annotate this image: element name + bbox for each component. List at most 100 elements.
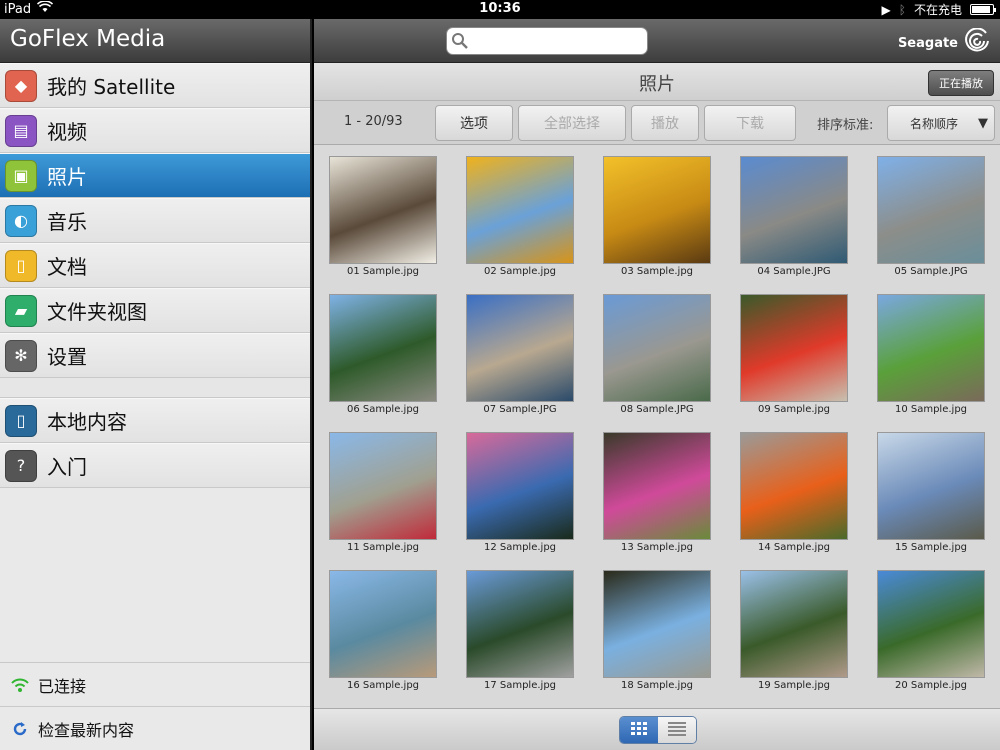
photo-item[interactable]: 15 Sample.jpg xyxy=(877,432,985,553)
photo-thumbnail[interactable] xyxy=(329,432,437,540)
photo-item[interactable]: 13 Sample.jpg xyxy=(603,432,711,553)
photo-item[interactable]: 05 Sample.JPG xyxy=(877,156,985,277)
photo-item[interactable]: 06 Sample.jpg xyxy=(329,294,437,415)
sidebar-item[interactable]: ✻ 设置 xyxy=(0,333,310,378)
photo-caption: 09 Sample.jpg xyxy=(757,404,831,415)
play-status-icon: ▶ xyxy=(881,2,891,17)
sidebar-item[interactable]: ▰ 文件夹视图 xyxy=(0,288,310,333)
photo-item[interactable]: 02 Sample.jpg xyxy=(466,156,574,277)
grid-view-button[interactable] xyxy=(620,717,658,743)
photo-item[interactable]: 08 Sample.JPG xyxy=(603,294,711,415)
check-updates-button[interactable]: 检查最新内容 xyxy=(0,706,310,750)
options-button[interactable]: 选项 xyxy=(435,105,513,141)
photo-thumbnail[interactable] xyxy=(329,156,437,264)
bluetooth-icon: ᛒ xyxy=(898,2,906,17)
photo-thumbnail[interactable] xyxy=(603,432,711,540)
photo-caption: 05 Sample.JPG xyxy=(894,266,968,277)
photo-thumbnail[interactable] xyxy=(329,294,437,402)
download-button[interactable]: 下载 xyxy=(704,105,796,141)
photo-thumbnail[interactable] xyxy=(740,432,848,540)
photo-caption: 02 Sample.jpg xyxy=(483,266,557,277)
status-bar: iPad 10:36 ▶ ᛒ 不在充电 xyxy=(0,0,1000,19)
photo-thumbnail[interactable] xyxy=(740,294,848,402)
photo-caption: 12 Sample.jpg xyxy=(483,542,557,553)
photo-thumbnail[interactable] xyxy=(603,570,711,678)
photo-item[interactable]: 11 Sample.jpg xyxy=(329,432,437,553)
photo-item[interactable]: 14 Sample.jpg xyxy=(740,432,848,553)
title-bar: 照片 正在播放 xyxy=(314,63,1000,101)
photo-thumbnail[interactable] xyxy=(466,570,574,678)
list-view-button[interactable] xyxy=(658,717,696,743)
satellite-icon: ◆ xyxy=(5,69,37,102)
battery-fill xyxy=(972,6,990,13)
gear-icon: ✻ xyxy=(5,339,37,372)
sidebar-divider xyxy=(0,378,310,398)
photo-item[interactable]: 04 Sample.JPG xyxy=(740,156,848,277)
photo-item[interactable]: 20 Sample.jpg xyxy=(877,570,985,691)
sort-select[interactable]: 名称顺序 ▼ xyxy=(887,105,995,141)
photo-item[interactable]: 19 Sample.jpg xyxy=(740,570,848,691)
app-title: GoFlex Media xyxy=(0,19,310,63)
sidebar-item[interactable]: ? 入门 xyxy=(0,443,310,488)
photo-caption: 10 Sample.jpg xyxy=(894,404,968,415)
photo-thumbnail[interactable] xyxy=(740,570,848,678)
photo-thumbnail[interactable] xyxy=(466,432,574,540)
help-icon: ? xyxy=(5,449,37,482)
photo-thumbnail[interactable] xyxy=(877,432,985,540)
search-icon xyxy=(451,32,469,54)
photo-item[interactable]: 12 Sample.jpg xyxy=(466,432,574,553)
photo-caption: 03 Sample.jpg xyxy=(620,266,694,277)
now-playing-button[interactable]: 正在播放 xyxy=(928,70,994,96)
photo-item[interactable]: 01 Sample.jpg xyxy=(329,156,437,277)
sidebar-item-label: 入门 xyxy=(47,455,87,479)
sidebar: GoFlex Media ◆ 我的 Satellite ▤ 视频 ▣ 照片 ◐ 音乐 ▯ 文档 ▰ 文… xyxy=(0,19,312,750)
sidebar-item[interactable]: ◆ 我的 Satellite xyxy=(0,63,310,108)
photo-item[interactable]: 10 Sample.jpg xyxy=(877,294,985,415)
sidebar-item[interactable]: ▯ 文档 xyxy=(0,243,310,288)
select-all-button[interactable]: 全部选择 xyxy=(518,105,626,141)
photo-thumbnail[interactable] xyxy=(329,570,437,678)
photo-thumbnail[interactable] xyxy=(603,156,711,264)
photo-thumbnail[interactable] xyxy=(877,570,985,678)
photo-item[interactable]: 09 Sample.jpg xyxy=(740,294,848,415)
toolbar: 1 - 20/93 选项 全部选择 播放 下载 排序标准: 名称顺序 ▼ xyxy=(314,101,1000,145)
play-button[interactable]: 播放 xyxy=(631,105,699,141)
photo-caption: 19 Sample.jpg xyxy=(757,680,831,691)
check-updates-label: 检查最新内容 xyxy=(38,720,135,740)
photo-caption: 06 Sample.jpg xyxy=(346,404,420,415)
photo-item[interactable]: 03 Sample.jpg xyxy=(603,156,711,277)
brand-logo: Seagate xyxy=(898,27,992,58)
charging-status: 不在充电 xyxy=(913,3,962,17)
sidebar-item-label: 照片 xyxy=(47,165,87,189)
sidebar-item-label: 视频 xyxy=(47,120,87,144)
photo-thumbnail[interactable] xyxy=(466,294,574,402)
photo-thumbnail[interactable] xyxy=(740,156,848,264)
photo-caption: 07 Sample.JPG xyxy=(483,404,557,415)
item-count: 1 - 20/93 xyxy=(344,114,403,129)
sidebar-item[interactable]: ▯ 本地内容 xyxy=(0,398,310,443)
photo-thumbnail[interactable] xyxy=(466,156,574,264)
photo-caption: 15 Sample.jpg xyxy=(894,542,968,553)
photo-item[interactable]: 17 Sample.jpg xyxy=(466,570,574,691)
photo-item[interactable]: 18 Sample.jpg xyxy=(603,570,711,691)
search-field[interactable] xyxy=(446,27,648,55)
photo-icon: ▣ xyxy=(5,159,37,192)
folder-icon: ▰ xyxy=(5,294,37,327)
sidebar-item[interactable]: ▤ 视频 xyxy=(0,108,310,153)
video-clapper-icon: ▤ xyxy=(5,114,37,147)
photo-thumbnail[interactable] xyxy=(877,294,985,402)
sidebar-item-label: 文件夹视图 xyxy=(47,300,147,324)
photo-item[interactable]: 16 Sample.jpg xyxy=(329,570,437,691)
view-toggle xyxy=(619,716,697,744)
photo-caption: 13 Sample.jpg xyxy=(620,542,694,553)
photo-thumbnail[interactable] xyxy=(877,156,985,264)
document-icon: ▯ xyxy=(5,249,37,282)
photo-thumbnail[interactable] xyxy=(603,294,711,402)
sidebar-item-label: 本地内容 xyxy=(47,410,127,434)
photo-item[interactable]: 07 Sample.JPG xyxy=(466,294,574,415)
sidebar-item[interactable]: ◐ 音乐 xyxy=(0,198,310,243)
sort-label: 排序标准: xyxy=(817,118,874,133)
bottom-bar xyxy=(314,708,1000,750)
search-input[interactable] xyxy=(473,32,643,50)
sidebar-item[interactable]: ▣ 照片 xyxy=(0,153,310,198)
